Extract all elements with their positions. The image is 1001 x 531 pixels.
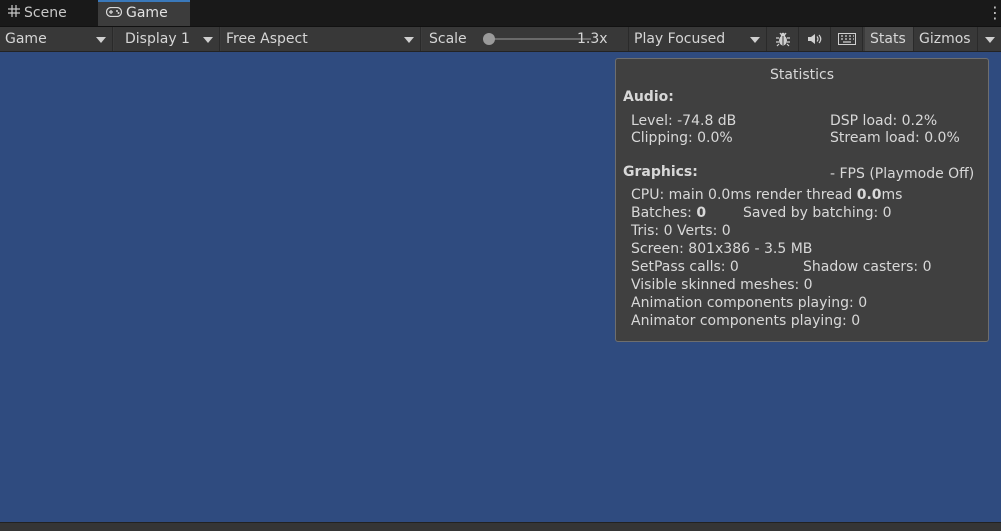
tab-game-label: Game: [126, 5, 168, 21]
statistics-overlay: Statistics Audio: Level: -74.8 dB DSP lo…: [615, 58, 989, 342]
game-view-dropdown-label: Game: [5, 31, 47, 47]
dsp-load: DSP load: 0.2%: [830, 113, 938, 129]
animator-components: Animator components playing: 0: [631, 313, 861, 329]
chevron-down-icon: [96, 37, 106, 43]
cpu-times: CPU: main 0.0ms render thread 0.0ms: [631, 187, 902, 203]
game-toolbar: Game Display 1 Free Aspect Scale 1.3x Pl…: [0, 27, 1001, 52]
chevron-down-icon: [203, 37, 213, 43]
fps-readout: - FPS (Playmode Off): [830, 166, 975, 182]
tris-verts: Tris: 0 Verts: 0: [631, 223, 731, 239]
gizmos-menu-button[interactable]: [978, 27, 1001, 51]
audio-clipping: Clipping: 0.0%: [631, 130, 733, 146]
screen-size: Screen: 801x386 - 3.5 MB: [631, 241, 813, 257]
tab-bar: Scene Game ⋮: [0, 0, 1001, 27]
chevron-down-icon: [750, 37, 760, 43]
audio-header: Audio:: [623, 89, 674, 105]
display-dropdown-label: Display 1: [125, 31, 190, 47]
chevron-down-icon: [985, 37, 995, 43]
stats-button-label: Stats: [870, 31, 906, 47]
speaker-icon[interactable]: [799, 27, 831, 51]
scale-slider-handle[interactable]: [483, 33, 496, 45]
batches: Batches: 0: [631, 205, 706, 221]
scale-control: Scale 1.3x: [422, 27, 629, 51]
cpu-times-unit: ms: [881, 187, 903, 203]
saved-by-batching: Saved by batching: 0: [743, 205, 892, 221]
tab-game[interactable]: Game: [98, 0, 190, 26]
audio-level: Level: -74.8 dB: [631, 113, 737, 129]
gizmos-button-label: Gizmos: [919, 31, 971, 47]
visible-skinned-meshes: Visible skinned meshes: 0: [631, 277, 813, 293]
batches-label: Batches:: [631, 205, 697, 221]
setpass-calls: SetPass calls: 0: [631, 259, 739, 275]
play-mode-dropdown[interactable]: Play Focused: [629, 27, 767, 51]
bug-icon[interactable]: [767, 27, 799, 51]
tab-scene[interactable]: Scene: [0, 0, 96, 26]
chevron-down-icon: [404, 37, 414, 43]
graphics-header: Graphics:: [623, 164, 698, 180]
game-view-dropdown[interactable]: Game: [0, 27, 113, 51]
scale-value: 1.3x: [577, 31, 608, 47]
aspect-dropdown-label: Free Aspect: [226, 31, 308, 47]
aspect-dropdown[interactable]: Free Aspect: [221, 27, 421, 51]
shadow-casters: Shadow casters: 0: [803, 259, 932, 275]
gamepad-icon: [105, 2, 123, 24]
statistics-title: Statistics: [770, 67, 834, 83]
scale-label: Scale: [429, 31, 467, 47]
play-mode-dropdown-label: Play Focused: [634, 31, 726, 47]
batches-value: 0: [696, 205, 707, 221]
gizmos-button[interactable]: Gizmos: [914, 27, 978, 51]
more-options-icon[interactable]: ⋮: [987, 3, 1001, 23]
animation-components: Animation components playing: 0: [631, 295, 868, 311]
cpu-times-prefix: CPU: main 0.0ms render thread: [631, 187, 857, 203]
stats-button[interactable]: Stats: [865, 27, 914, 51]
tab-scene-label: Scene: [24, 5, 67, 21]
keyboard-icon[interactable]: [831, 27, 863, 51]
grid-icon: [8, 0, 20, 26]
cpu-render-value: 0.0: [856, 187, 882, 203]
display-dropdown[interactable]: Display 1: [114, 27, 220, 51]
stream-load: Stream load: 0.0%: [830, 130, 960, 146]
scale-slider-track[interactable]: [484, 38, 591, 40]
